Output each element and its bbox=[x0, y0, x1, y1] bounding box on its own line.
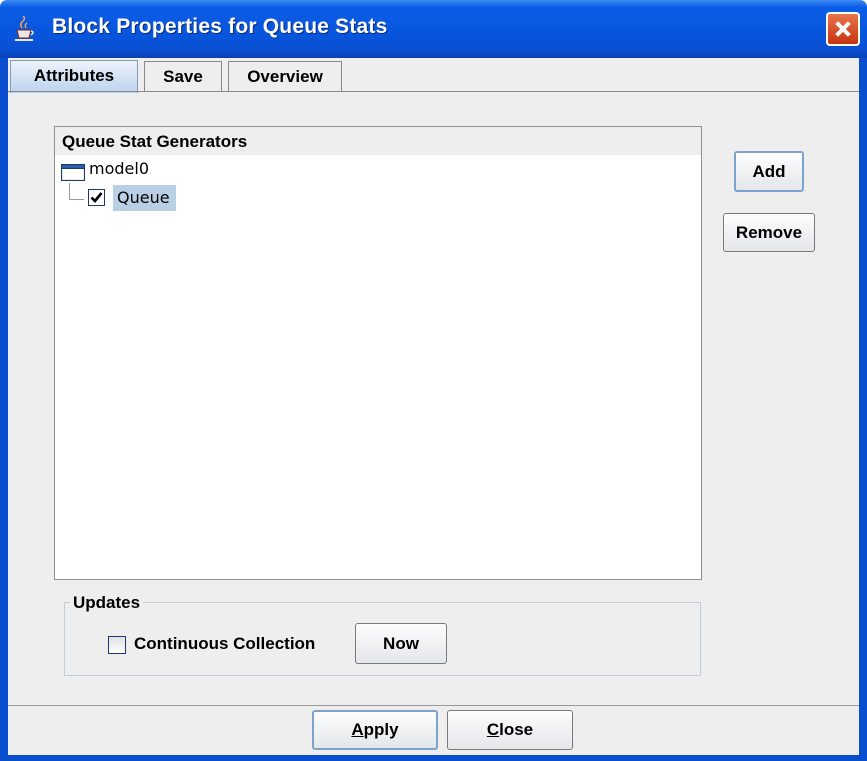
add-button[interactable]: Add bbox=[734, 151, 804, 192]
apply-button[interactable]: Apply bbox=[312, 710, 438, 750]
queue-checkbox[interactable] bbox=[88, 189, 105, 206]
close-label-rest: lose bbox=[499, 720, 534, 739]
tree-connector-line bbox=[69, 183, 84, 200]
apply-mnemonic: A bbox=[351, 720, 364, 739]
close-button[interactable]: Close bbox=[447, 710, 573, 750]
window-title: Block Properties for Queue Stats bbox=[52, 15, 388, 38]
apply-label-rest: pply bbox=[363, 720, 399, 739]
remove-button[interactable]: Remove bbox=[723, 213, 815, 252]
now-button[interactable]: Now bbox=[355, 623, 447, 664]
title-bar[interactable]: Block Properties for Queue Stats bbox=[0, 0, 867, 58]
close-icon[interactable] bbox=[826, 12, 860, 46]
panel-title: Queue Stat Generators bbox=[55, 127, 701, 155]
tab-overview[interactable]: Overview bbox=[228, 61, 342, 92]
tree-node-model0[interactable]: model0 bbox=[89, 159, 149, 178]
folder-icon bbox=[61, 164, 85, 181]
updates-title: Updates bbox=[70, 593, 144, 613]
java-cup-icon bbox=[15, 16, 34, 41]
dialog-window: Block Properties for Queue Stats Attribu… bbox=[0, 0, 867, 761]
close-mnemonic: C bbox=[486, 720, 500, 739]
tab-save[interactable]: Save bbox=[144, 61, 222, 92]
tab-divider bbox=[8, 91, 859, 92]
continuous-collection-checkbox[interactable] bbox=[108, 636, 126, 654]
continuous-collection-label: Continuous Collection bbox=[134, 634, 316, 653]
footer-separator bbox=[8, 705, 859, 706]
tab-attributes[interactable]: Attributes bbox=[10, 60, 138, 93]
tree-node-queue[interactable]: Queue bbox=[113, 185, 176, 211]
dialog-content: Attributes Save Overview Queue Stat Gene… bbox=[8, 58, 859, 755]
tab-bar: Attributes Save Overview bbox=[8, 58, 859, 93]
queue-stat-generators-panel: Queue Stat Generators model0 Queue bbox=[54, 126, 702, 580]
checkmark-icon bbox=[90, 192, 103, 203]
